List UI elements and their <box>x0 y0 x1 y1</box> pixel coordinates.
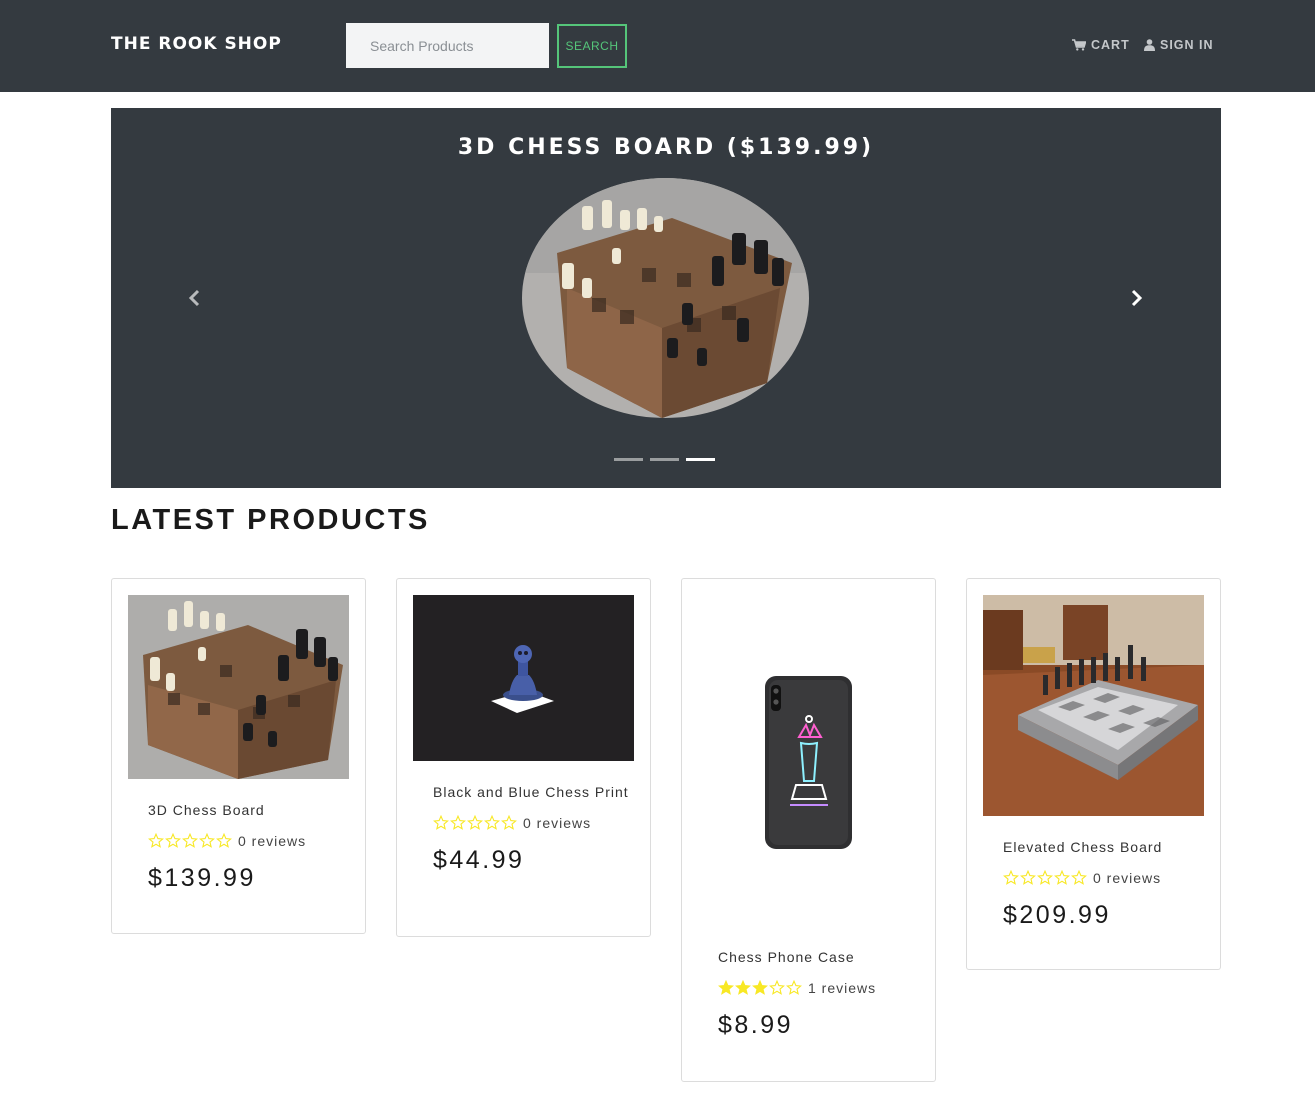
star-empty-icon <box>165 833 181 848</box>
signin-link[interactable]: SIGN IN <box>1144 38 1214 52</box>
star-empty-icon <box>182 833 198 848</box>
product-rating: 0 reviews <box>1003 869 1203 887</box>
star-empty-icon <box>484 815 500 830</box>
product-name[interactable]: Black and Blue Chess Print <box>433 782 633 803</box>
star-empty-icon <box>1003 870 1019 885</box>
rating-stars <box>718 980 802 996</box>
review-count: 1 reviews <box>808 980 877 996</box>
carousel-prev-button[interactable] <box>183 286 207 310</box>
signin-label: SIGN IN <box>1160 38 1214 52</box>
product-card[interactable]: Chess Phone Case 1 reviews $8.99 <box>681 578 936 1082</box>
star-empty-icon <box>1054 870 1070 885</box>
cart-link[interactable]: CART <box>1072 38 1130 52</box>
product-card[interactable]: Elevated Chess Board 0 reviews $209.99 <box>966 578 1221 970</box>
product-card[interactable]: Black and Blue Chess Print 0 reviews $44… <box>396 578 651 937</box>
star-empty-icon <box>501 815 517 830</box>
star-empty-icon <box>433 815 449 830</box>
product-rating: 1 reviews <box>718 979 918 997</box>
star-empty-icon <box>450 815 466 830</box>
cart-icon <box>1072 39 1086 51</box>
rating-stars <box>433 815 517 831</box>
star-filled-icon <box>752 980 768 995</box>
star-empty-icon <box>199 833 215 848</box>
review-count: 0 reviews <box>523 815 592 831</box>
navbar: THE ROOK SHOP SEARCH CART SIGN IN <box>0 0 1315 92</box>
product-card[interactable]: 3D Chess Board 0 reviews $139.99 <box>111 578 366 934</box>
elevated-chess-board-image[interactable] <box>983 595 1204 816</box>
search-button[interactable]: SEARCH <box>557 24 627 68</box>
section-title: LATEST PRODUCTS <box>111 504 430 536</box>
star-empty-icon <box>769 980 785 995</box>
cart-label: CART <box>1091 38 1130 52</box>
3d-chess-board-image[interactable] <box>128 595 349 779</box>
product-price: $139.99 <box>148 864 256 892</box>
star-empty-icon <box>786 980 802 995</box>
carousel-indicators <box>614 458 715 461</box>
review-count: 0 reviews <box>1093 870 1162 886</box>
chevron-right-icon <box>1131 289 1143 307</box>
review-count: 0 reviews <box>238 833 307 849</box>
carousel-indicator-3[interactable] <box>686 458 715 461</box>
rating-stars <box>148 833 232 849</box>
phone-case-image[interactable] <box>698 595 919 931</box>
carousel-indicator-1[interactable] <box>614 458 643 461</box>
star-empty-icon <box>1037 870 1053 885</box>
product-price: $8.99 <box>718 1011 794 1039</box>
search-input[interactable] <box>346 23 549 68</box>
brand-logo[interactable]: THE ROOK SHOP <box>111 34 282 54</box>
star-empty-icon <box>148 833 164 848</box>
star-filled-icon <box>735 980 751 995</box>
product-name[interactable]: Elevated Chess Board <box>1003 837 1203 858</box>
star-empty-icon <box>1020 870 1036 885</box>
product-name[interactable]: 3D Chess Board <box>148 800 348 821</box>
product-price: $44.99 <box>433 846 525 874</box>
product-card-body: 3D Chess Board 0 reviews $139.99 <box>148 800 348 893</box>
star-filled-icon <box>718 980 734 995</box>
product-card-body: Elevated Chess Board 0 reviews $209.99 <box>1003 837 1203 930</box>
featured-carousel[interactable]: 3D CHESS BOARD ($139.99) <box>111 108 1221 488</box>
product-card-body: Chess Phone Case 1 reviews $8.99 <box>718 947 918 1040</box>
user-icon <box>1144 39 1155 51</box>
chess-print-image[interactable] <box>413 595 634 761</box>
carousel-caption: 3D CHESS BOARD ($139.99) <box>457 135 875 160</box>
star-empty-icon <box>216 833 232 848</box>
star-empty-icon <box>1071 870 1087 885</box>
product-card-body: Black and Blue Chess Print 0 reviews $44… <box>433 782 633 875</box>
product-name[interactable]: Chess Phone Case <box>718 947 918 968</box>
carousel-next-button[interactable] <box>1124 286 1148 310</box>
product-rating: 0 reviews <box>433 814 633 832</box>
star-empty-icon <box>467 815 483 830</box>
product-price: $209.99 <box>1003 901 1111 929</box>
carousel-product-image[interactable] <box>522 178 809 418</box>
rating-stars <box>1003 870 1087 886</box>
product-rating: 0 reviews <box>148 832 348 850</box>
chevron-left-icon <box>188 289 200 307</box>
carousel-indicator-2[interactable] <box>650 458 679 461</box>
